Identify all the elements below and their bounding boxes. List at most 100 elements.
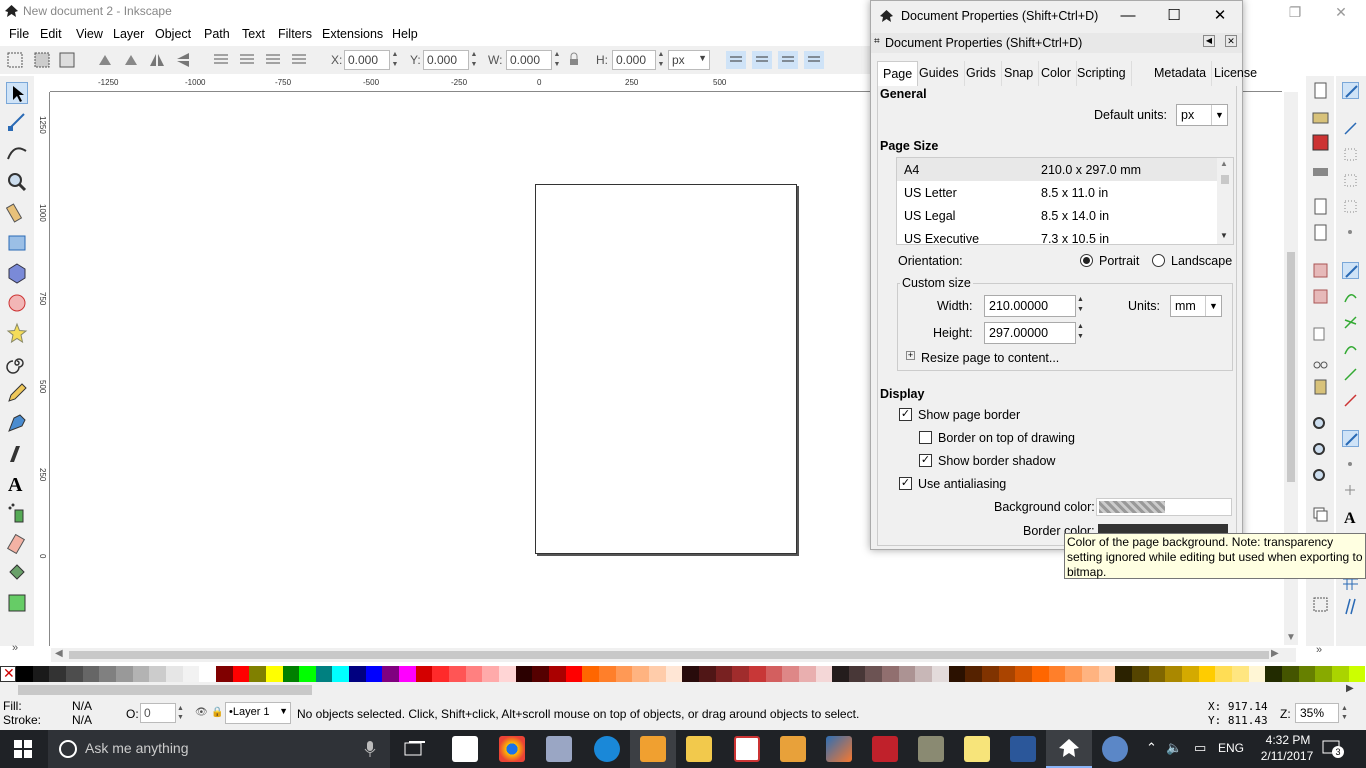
task-view-icon[interactable] xyxy=(404,740,426,758)
raise-icon[interactable] xyxy=(238,51,256,69)
menu-file[interactable]: File xyxy=(9,27,29,41)
palette-swatch[interactable] xyxy=(1265,666,1282,682)
palette-swatch[interactable] xyxy=(882,666,899,682)
show-border-label[interactable]: Show page border xyxy=(918,408,1020,422)
units-select[interactable]: mm ▼ xyxy=(1170,295,1222,317)
lower-to-bottom-icon[interactable] xyxy=(290,51,308,69)
rotate-ccw-icon[interactable] xyxy=(96,51,114,69)
menu-extensions[interactable]: Extensions xyxy=(322,27,383,41)
page-size-row-a4[interactable]: A4 210.0 x 297.0 mm xyxy=(897,158,1217,181)
palette-swatch[interactable] xyxy=(1231,666,1249,682)
palette-swatch[interactable] xyxy=(1098,666,1116,682)
border-on-top-label[interactable]: Border on top of drawing xyxy=(938,431,1075,445)
palette-swatch[interactable] xyxy=(232,666,250,682)
palette-swatch[interactable] xyxy=(848,666,866,682)
palette-swatch[interactable] xyxy=(365,666,383,682)
game-app-icon[interactable] xyxy=(918,736,944,762)
import-icon[interactable] xyxy=(1312,198,1329,215)
paste-icon[interactable] xyxy=(1312,378,1329,395)
palette-swatch[interactable] xyxy=(582,666,599,682)
text-tool-icon[interactable]: A xyxy=(6,472,28,494)
spray-tool-icon[interactable] xyxy=(6,502,28,524)
scroll-up-icon[interactable]: ▲ xyxy=(1220,159,1228,168)
menu-path[interactable]: Path xyxy=(204,27,230,41)
palette-swatch[interactable] xyxy=(1131,666,1149,682)
file-explorer-app-icon[interactable] xyxy=(686,736,712,762)
palette-swatch[interactable] xyxy=(415,666,433,682)
palette-swatch[interactable] xyxy=(915,666,933,682)
paint-app-icon[interactable] xyxy=(1102,736,1128,762)
w-field[interactable]: 0.000 xyxy=(506,50,552,70)
red-app-icon[interactable] xyxy=(872,736,898,762)
y-spinner[interactable]: ▲ ▼ xyxy=(469,50,479,70)
palette-swatch[interactable] xyxy=(1165,666,1182,682)
copy-icon[interactable] xyxy=(1312,326,1329,343)
antialiasing-label[interactable]: Use antialiasing xyxy=(918,477,1006,491)
palette-swatch[interactable] xyxy=(32,666,50,682)
snap-intersections-icon[interactable] xyxy=(1342,314,1359,331)
palette-swatch[interactable] xyxy=(332,666,350,682)
height-spinner[interactable]: ▲ ▼ xyxy=(1077,322,1084,342)
pencil-tool-icon[interactable] xyxy=(6,382,28,404)
palette-swatch[interactable] xyxy=(115,666,133,682)
palette-swatch[interactable] xyxy=(782,666,799,682)
palette-swatch[interactable] xyxy=(815,666,833,682)
menu-layer[interactable]: Layer xyxy=(113,27,144,41)
minimize-button[interactable]: — xyxy=(1105,1,1151,31)
palette-swatch[interactable] xyxy=(1115,666,1132,682)
default-units-select[interactable]: px ▼ xyxy=(1176,104,1228,126)
palette-swatch[interactable] xyxy=(1198,666,1216,682)
media-app-icon[interactable] xyxy=(640,736,666,762)
cut-icon[interactable] xyxy=(1312,352,1329,369)
landscape-label[interactable]: Landscape xyxy=(1171,254,1232,268)
palette-swatch[interactable] xyxy=(16,666,33,682)
move-patterns-icon[interactable] xyxy=(804,51,824,69)
palette-swatch[interactable] xyxy=(382,666,400,682)
width-spinner[interactable]: ▲ ▼ xyxy=(1077,295,1084,315)
page-size-row-us-letter[interactable]: US Letter 8.5 x 11.0 in xyxy=(897,181,1217,204)
palette-swatch[interactable] xyxy=(1215,666,1232,682)
lock-layer-icon[interactable]: 🔒 xyxy=(211,707,223,718)
eye-icon[interactable]: 👁 xyxy=(195,707,208,718)
tab-snap[interactable]: Snap xyxy=(999,61,1040,87)
open-icon[interactable] xyxy=(1312,108,1329,125)
palette-swatch[interactable] xyxy=(1148,666,1166,682)
tab-guides[interactable]: Guides xyxy=(914,61,965,87)
palette-swatch[interactable] xyxy=(898,666,916,682)
snap-others-icon[interactable] xyxy=(1342,430,1359,447)
palette-swatch[interactable] xyxy=(982,666,999,682)
group-icon[interactable] xyxy=(1312,596,1329,613)
scroll-down-icon[interactable]: ▼ xyxy=(1286,632,1296,643)
palette-swatch[interactable] xyxy=(698,666,716,682)
scroll-right-icon[interactable]: ▶ xyxy=(1271,648,1279,659)
palette-swatch[interactable] xyxy=(615,666,633,682)
palette-swatch[interactable] xyxy=(282,666,300,682)
inkscape-taskbar-slot[interactable] xyxy=(1046,730,1092,768)
menu-edit[interactable]: Edit xyxy=(40,27,62,41)
palette-swatch[interactable] xyxy=(682,666,699,682)
clock-date[interactable]: 2/11/2017 xyxy=(1256,749,1318,763)
show-border-checkbox[interactable]: ✓ xyxy=(899,408,912,421)
rectangle-tool-icon[interactable] xyxy=(6,232,28,254)
lock-icon[interactable] xyxy=(568,51,580,69)
edge-app-icon[interactable] xyxy=(594,736,620,762)
width-input[interactable]: 210.00000 xyxy=(984,295,1076,317)
snap-text-baseline-icon[interactable]: A xyxy=(1342,508,1359,525)
chrome-app-icon[interactable] xyxy=(499,736,525,762)
pen-tool-icon[interactable] xyxy=(6,412,28,434)
more-commands-icon[interactable]: » xyxy=(1316,644,1322,656)
snap-line-midpoints-icon[interactable] xyxy=(1342,392,1359,409)
palette-swatch[interactable] xyxy=(965,666,983,682)
palette-swatch[interactable] xyxy=(349,666,366,682)
hscroll-thumb[interactable] xyxy=(69,651,1269,659)
antialiasing-checkbox[interactable]: ✓ xyxy=(899,477,912,490)
cs-app-icon[interactable] xyxy=(734,736,760,762)
maximize-button[interactable]: ☐ xyxy=(1151,1,1197,31)
tab-license[interactable]: License xyxy=(1209,61,1262,87)
snap-cusp-nodes-icon[interactable] xyxy=(1342,340,1359,357)
x-spinner[interactable]: ▲ ▼ xyxy=(390,50,400,70)
page-area[interactable] xyxy=(535,184,797,554)
media-app-slot[interactable] xyxy=(630,730,676,768)
close-window-button[interactable]: ✕ xyxy=(1318,0,1364,24)
iconify-icon[interactable]: ◀ xyxy=(1203,35,1215,47)
